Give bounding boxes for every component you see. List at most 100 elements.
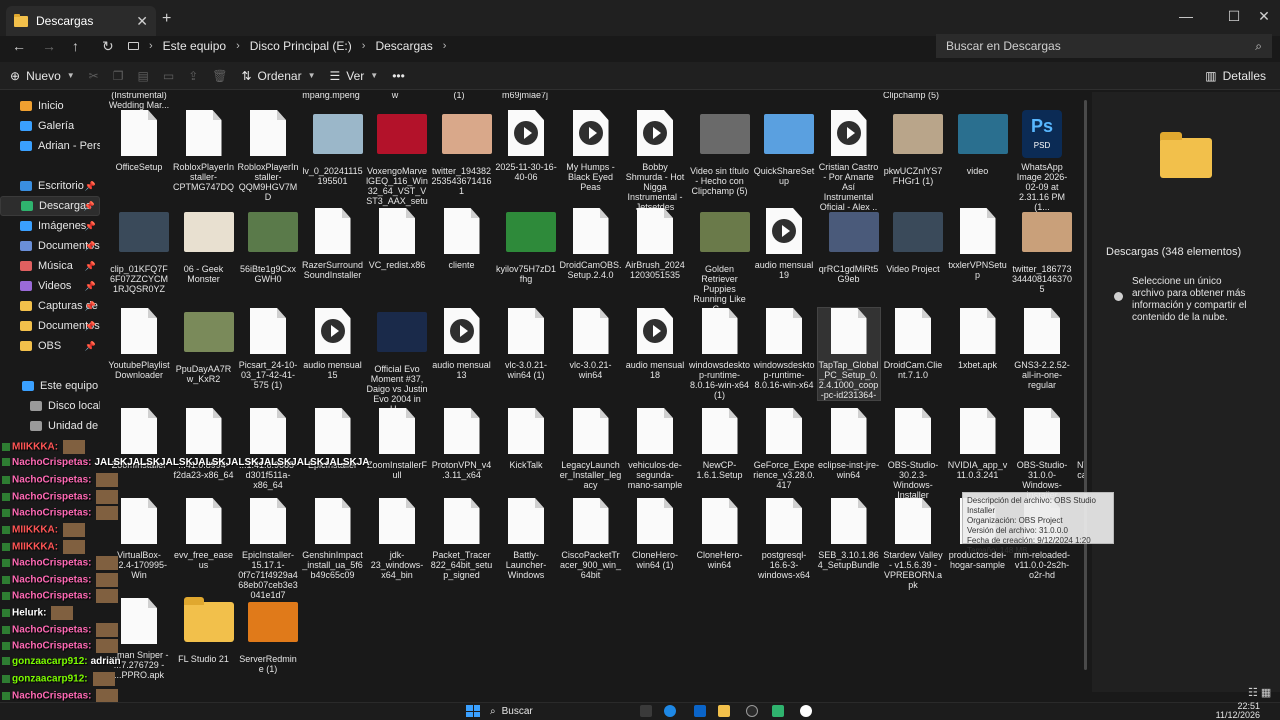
cut-icon[interactable]: ✂ xyxy=(89,69,99,83)
file-item[interactable]: 06 - Geek Monster xyxy=(173,208,235,284)
edge-icon[interactable] xyxy=(664,705,676,717)
search-input[interactable]: Buscar en Descargas ⌕ xyxy=(936,34,1272,58)
app-icon[interactable] xyxy=(772,705,784,717)
paste-icon[interactable]: ▤ xyxy=(138,69,149,83)
file-item[interactable]: Packet_Tracer822_64bit_setup_signed xyxy=(431,498,493,580)
file-item-partial[interactable]: Clipchamp (5) xyxy=(880,92,942,100)
file-item[interactable]: NewCP-1.6.1.Setup xyxy=(689,408,751,480)
file-item[interactable]: kyilov75H7zD1fhg xyxy=(495,208,557,284)
maximize-button[interactable]: ☐ xyxy=(1218,8,1250,25)
tab-descargas[interactable]: Descargas ✕ xyxy=(6,6,156,36)
file-item[interactable]: LegacyLauncher_Installer_legacy xyxy=(560,408,622,490)
file-item[interactable]: QuickShareSetup xyxy=(753,110,815,186)
file-item-partial[interactable]: w xyxy=(364,92,426,100)
view-toggle-icons[interactable]: ☷ ▦ xyxy=(1248,686,1271,699)
file-item[interactable]: audio mensual 19 xyxy=(753,208,815,280)
file-item[interactable]: CloneHero-win64 (1) xyxy=(624,498,686,570)
file-item[interactable]: cliente xyxy=(431,208,493,270)
sidebar-item[interactable]: Inicio xyxy=(0,96,100,116)
file-item[interactable]: AirBrush_20241203051535 xyxy=(624,208,686,280)
file-item[interactable]: Battly-Launcher-Windows xyxy=(495,498,557,580)
breadcrumb[interactable]: › Este equipo › Disco Principal (E:) › D… xyxy=(128,34,928,58)
breadcrumb-item[interactable]: Disco Principal (E:) xyxy=(250,39,352,53)
file-item[interactable]: DroidCamOBS.Setup.2.4.0 xyxy=(560,208,622,280)
copy-icon[interactable]: ❐ xyxy=(113,69,124,83)
file-explorer-icon[interactable] xyxy=(718,705,730,717)
file-item[interactable]: ProtonVPN_v4.3.11_x64 xyxy=(431,408,493,480)
file-item[interactable]: vlc-3.0.21-win64 (1) xyxy=(495,308,557,380)
tab-close-button[interactable]: ✕ xyxy=(136,13,148,30)
file-item-partial[interactable]: (Instrumental) Wedding Mar... xyxy=(108,92,170,110)
file-item[interactable]: SEB_3.10.1.864_SetupBundle xyxy=(818,498,880,570)
file-item[interactable]: OBS-Studio-30.2.3-Windows-Installer xyxy=(882,408,944,500)
file-item[interactable]: Bobby Shmurda - Hot Nigga Instrumental -… xyxy=(624,110,686,212)
file-item[interactable]: Stardew Valley - v1.5.6.39 - VPREBORN.ap… xyxy=(882,498,944,590)
share-icon[interactable]: ⇪ xyxy=(188,69,198,83)
file-item[interactable]: lv_0_20241115195501 xyxy=(302,110,364,186)
file-item[interactable]: OfficeSetup xyxy=(108,110,170,172)
file-item[interactable]: qrRC1gdMiRt5G9eb xyxy=(818,208,880,284)
file-item[interactable]: DroidCam.Client.7.1.0 xyxy=(882,308,944,380)
file-item[interactable]: EpicInstaller-15.17.1-0f7c71f4929a468eb0… xyxy=(237,498,299,600)
details-button[interactable]: ▥ Detalles xyxy=(1205,69,1266,83)
file-item-partial[interactable]: (1) xyxy=(428,92,490,100)
file-item[interactable]: RazerSurroundSoundInstaller xyxy=(302,208,364,280)
file-item[interactable]: NVIDIA_Broadcast_v2.0.2.31240911 xyxy=(1076,408,1084,490)
file-item[interactable]: FL Studio 21 xyxy=(173,597,235,664)
delete-icon[interactable]: 🗑 xyxy=(212,69,227,83)
file-item[interactable]: ...41.0.8994-f2da23-x86_64 xyxy=(173,408,235,480)
minimize-button[interactable]: — xyxy=(1170,8,1202,24)
file-item[interactable]: Golden Retriever Puppies Running Like C.… xyxy=(689,208,751,314)
file-item[interactable]: OBS-Studio-31.0.0-Windows-Installer xyxy=(1011,408,1073,500)
file-item[interactable]: CloneHero-win64 xyxy=(689,498,751,570)
vertical-scrollbar[interactable] xyxy=(1084,100,1087,670)
forward-arrow-icon[interactable]: → xyxy=(42,38,56,54)
file-item[interactable]: PpuDayAA7Rw_KxR2 xyxy=(173,308,235,384)
file-item[interactable]: VirtualBox-7.2.4-170995-Win xyxy=(108,498,170,580)
file-item[interactable]: YoutubePlaylistDownloader xyxy=(108,308,170,380)
sidebar-item[interactable]: Documentos 📌 xyxy=(0,236,100,256)
file-item[interactable]: CiscoPacketTracer_900_win_64bit xyxy=(560,498,622,580)
file-item[interactable]: RobloxPlayerInstaller-CPTMG747DQ xyxy=(173,110,235,192)
file-item[interactable]: audio mensual 15 xyxy=(302,308,364,380)
close-button[interactable]: ✕ xyxy=(1248,8,1280,25)
file-item[interactable]: twitter_1867733444081463705 xyxy=(1011,208,1073,294)
file-item[interactable]: vlc-3.0.21-win64 xyxy=(560,308,622,380)
file-item[interactable]: 1xbet.apk xyxy=(947,308,1009,370)
sidebar-item[interactable]: Galería xyxy=(0,116,100,136)
file-item[interactable]: jdk-23_windows-x64_bin xyxy=(366,498,428,580)
sidebar-item[interactable]: Música 📌 xyxy=(0,256,100,276)
file-item[interactable]: RobloxPlayerInstaller-QQM9HGV7MD xyxy=(237,110,299,202)
file-item[interactable]: My Humps - Black Eyed Peas xyxy=(560,110,622,192)
file-item[interactable]: audio mensual 18 xyxy=(624,308,686,380)
file-item[interactable]: VC_redist.x86 xyxy=(366,208,428,270)
file-item[interactable]: Cristian Castro - Por Amarte Así Instrum… xyxy=(818,110,880,212)
file-item[interactable]: audio mensual 13 xyxy=(431,308,493,380)
sidebar-item[interactable]: Imágenes 📌 xyxy=(0,216,100,236)
file-item[interactable]: windowsdesktop-runtime-8.0.16-win-x64 xyxy=(753,308,815,390)
file-item[interactable]: ZoomInstaller xyxy=(108,408,170,470)
taskbar-search[interactable]: ⌕ Buscar xyxy=(490,703,590,719)
up-arrow-icon[interactable]: ↑ xyxy=(72,38,79,54)
breadcrumb-item[interactable]: Este equipo xyxy=(163,39,226,53)
file-item[interactable]: vehiculos-de-segunda-mano-sample xyxy=(624,408,686,490)
breadcrumb-item[interactable]: Descargas xyxy=(375,39,432,53)
file-item[interactable]: evv_free_easeus xyxy=(173,498,235,570)
file-item[interactable]: VoxengoMarvelGEQ_116_Win32_64_VST_VST3_A… xyxy=(366,110,428,216)
sort-button[interactable]: ⇅ Ordenar ▼ xyxy=(241,69,315,83)
sidebar-item[interactable]: Adrian - Personal xyxy=(0,136,100,156)
sidebar-item[interactable]: Disco local (C:) xyxy=(0,396,100,416)
file-item[interactable]: EpicInstaller xyxy=(302,408,364,470)
refresh-icon[interactable]: ↻ xyxy=(102,38,114,55)
file-item[interactable]: 2025-11-30-16-40-06 xyxy=(495,110,557,182)
sidebar-item[interactable]: Unidad de CD (D: xyxy=(0,416,100,436)
file-item[interactable]: Video sin título - Hecho con Clipchamp (… xyxy=(689,110,751,196)
file-item[interactable]: clip_01KFQ7F6F07ZZCYCM1RJQSR0YZ xyxy=(108,208,170,294)
file-item[interactable]: GNS3-2.2.52-all-in-one-regular xyxy=(1011,308,1073,390)
file-item[interactable]: pkwUCZnlYS7FHGr1 (1) xyxy=(882,110,944,186)
file-item[interactable]: 56iBte1g9CxxGWH0 xyxy=(237,208,299,284)
sidebar-item[interactable]: Este equipo xyxy=(0,376,100,396)
file-item[interactable]: ServerRedmine (1) xyxy=(237,598,299,674)
view-button[interactable]: ☰ Ver ▼ xyxy=(330,69,379,83)
sidebar-item[interactable]: OBS 📌 xyxy=(0,336,100,356)
